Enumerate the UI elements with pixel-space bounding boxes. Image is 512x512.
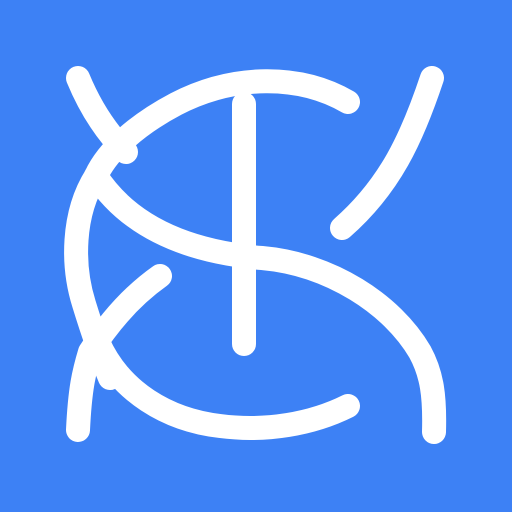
app-icon — [0, 0, 512, 512]
